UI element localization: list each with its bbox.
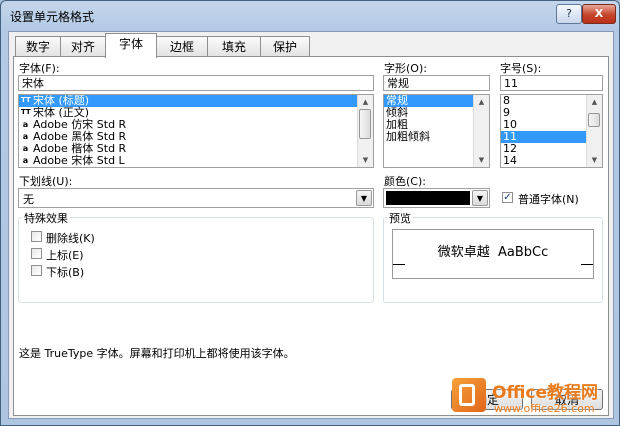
- font-description: 这是 TrueType 字体。屏幕和打印机上都将使用该字体。: [19, 347, 295, 360]
- scroll-up-icon[interactable]: ▲: [587, 95, 602, 109]
- help-icon: ?: [566, 7, 572, 20]
- style-list-scrollbar[interactable]: ▲ ▼: [473, 95, 489, 167]
- truetype-icon: TT: [21, 96, 31, 104]
- scroll-down-icon[interactable]: ▼: [358, 153, 373, 167]
- tab-label: 边框: [169, 40, 194, 54]
- tab-label: 数字: [25, 40, 50, 54]
- chevron-down-icon[interactable]: ▼: [472, 190, 488, 206]
- opentype-icon: a: [22, 120, 29, 129]
- strikethrough-label: 删除线(K): [46, 232, 95, 245]
- effects-title: 特殊效果: [22, 210, 70, 226]
- checkmark-icon: ✓: [503, 192, 512, 203]
- watermark: Office教程网 www.office26.com: [448, 374, 616, 422]
- scroll-up-icon[interactable]: ▲: [474, 95, 489, 109]
- opentype-icon: a: [22, 156, 29, 165]
- help-button[interactable]: ?: [556, 4, 582, 24]
- tab-border[interactable]: 边框: [156, 36, 208, 57]
- watermark-title: Office教程网: [492, 383, 599, 403]
- font-tab-panel: 字体(F): 宋体 TT 宋体 (标题) TT 宋体 (正文) a Adobe 仿宋 …: [13, 56, 609, 416]
- dialog-client: 数字 对齐 字体 边框 填充 保护 字体(F): 宋体 TT 宋体 (标题) TT…: [8, 31, 614, 419]
- superscript-label: 上标(E): [46, 249, 84, 262]
- scroll-up-icon[interactable]: ▲: [358, 95, 373, 109]
- subscript-label: 下标(B): [46, 266, 85, 279]
- style-label: 字形(O):: [384, 62, 427, 75]
- tab-fill[interactable]: 填充: [207, 36, 261, 57]
- preview-baseline-left: [393, 264, 405, 265]
- window-title: 设置单元格格式: [10, 10, 95, 24]
- size-list-scrollbar[interactable]: ▲ ▼: [586, 95, 602, 167]
- scroll-thumb[interactable]: [588, 113, 600, 127]
- style-input[interactable]: 常规: [383, 75, 490, 91]
- color-swatch: [386, 191, 470, 205]
- font-list-item[interactable]: a Adobe 宋体 Std L: [19, 155, 373, 167]
- dialog-window: 设置单元格格式 ? X 数字 对齐 字体 边框 填充 保护 字体(F): 宋体 …: [0, 0, 620, 426]
- font-name: Adobe 宋体 Std L: [33, 154, 125, 167]
- tab-protection[interactable]: 保护: [260, 36, 310, 57]
- opentype-icon: a: [22, 144, 29, 153]
- superscript-checkbox[interactable]: [31, 248, 42, 259]
- underline-value: 无: [23, 193, 34, 206]
- size-list[interactable]: 8 9 10 11 12 14 ▲ ▼: [500, 94, 603, 168]
- tab-label: 对齐: [70, 40, 95, 54]
- office-logo-icon: [452, 378, 486, 412]
- size-input[interactable]: 11: [500, 75, 603, 91]
- size-label: 字号(S):: [500, 62, 542, 75]
- close-button[interactable]: X: [582, 4, 616, 24]
- watermark-url: www.office26.com: [494, 402, 595, 415]
- truetype-icon: TT: [21, 108, 31, 116]
- strikethrough-checkbox[interactable]: [31, 231, 42, 242]
- subscript-checkbox[interactable]: [31, 265, 42, 276]
- normal-font-checkbox[interactable]: ✓: [502, 192, 513, 203]
- underline-select[interactable]: 无 ▼: [18, 188, 374, 208]
- tab-label: 保护: [272, 40, 297, 54]
- tab-label: 字体: [118, 37, 143, 51]
- font-list-scrollbar[interactable]: ▲ ▼: [357, 95, 373, 167]
- tab-label: 填充: [221, 40, 246, 54]
- tab-number[interactable]: 数字: [15, 36, 61, 57]
- chevron-down-icon[interactable]: ▼: [356, 190, 372, 206]
- scroll-down-icon[interactable]: ▼: [474, 153, 489, 167]
- tab-alignment[interactable]: 对齐: [60, 36, 106, 57]
- font-label: 字体(F):: [19, 62, 60, 75]
- style-list[interactable]: 常规 倾斜 加粗 加粗倾斜 ▲ ▼: [383, 94, 490, 168]
- close-icon: X: [594, 7, 604, 20]
- title-bar[interactable]: 设置单元格格式 ? X: [1, 1, 619, 29]
- preview-sample: 微软卓越 AaBbCc: [437, 245, 549, 260]
- normal-font-label: 普通字体(N): [518, 193, 579, 206]
- color-label: 颜色(C):: [384, 175, 426, 188]
- tab-font[interactable]: 字体: [105, 33, 157, 58]
- color-select[interactable]: ▼: [383, 188, 490, 208]
- scroll-thumb[interactable]: [359, 109, 371, 139]
- opentype-icon: a: [22, 132, 29, 141]
- font-list[interactable]: TT 宋体 (标题) TT 宋体 (正文) a Adobe 仿宋 Std R a Ado…: [18, 94, 374, 168]
- preview-baseline-right: [581, 264, 593, 265]
- preview-title: 预览: [387, 210, 413, 226]
- scroll-down-icon[interactable]: ▼: [587, 153, 602, 167]
- underline-label: 下划线(U):: [19, 175, 73, 188]
- preview-box: 微软卓越 AaBbCc: [392, 229, 594, 279]
- font-input[interactable]: 宋体: [18, 75, 374, 91]
